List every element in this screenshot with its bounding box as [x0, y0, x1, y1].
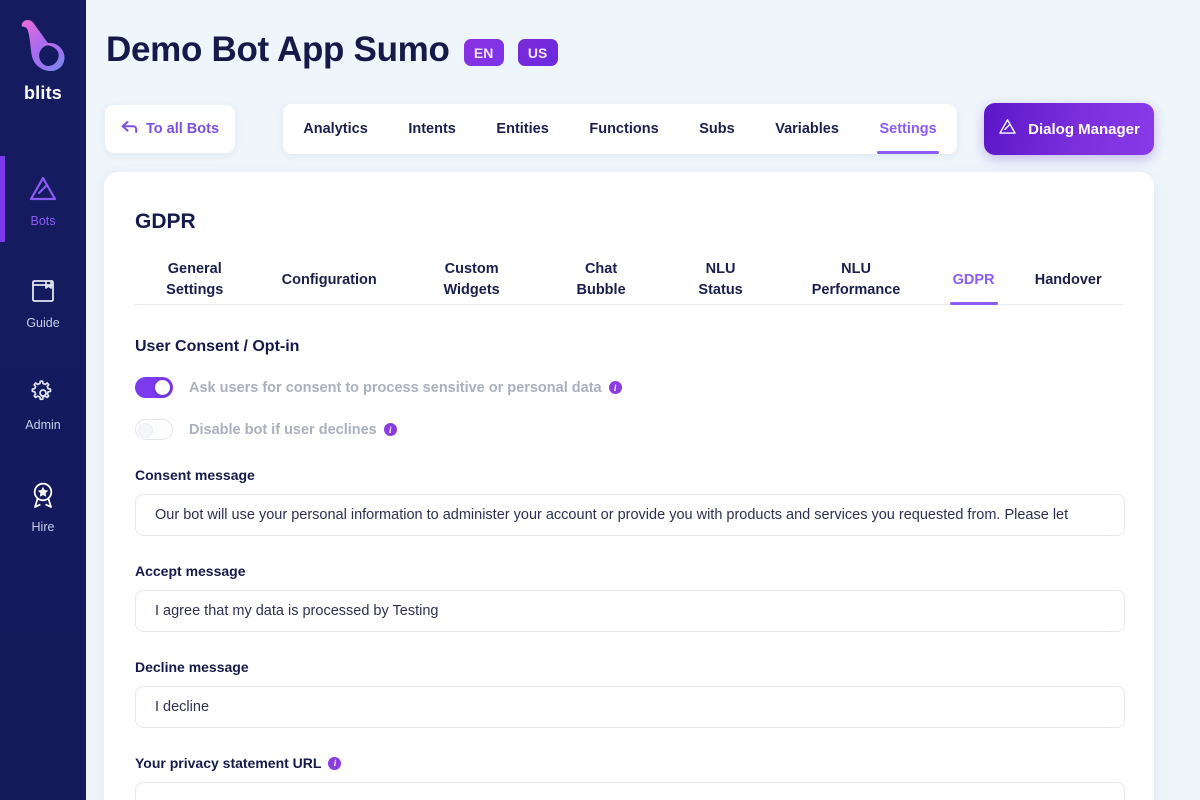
- tab-subs[interactable]: Subs: [679, 104, 755, 154]
- tab-variables[interactable]: Variables: [755, 104, 859, 154]
- language-badge[interactable]: EN: [463, 39, 504, 66]
- subtab-configuration[interactable]: Configuration: [255, 256, 404, 304]
- sidebar-item-admin[interactable]: Admin: [0, 360, 86, 446]
- sidebar-item-label: Admin: [25, 417, 61, 432]
- sidebar-item-label: Bots: [30, 213, 56, 228]
- subtab-gdpr[interactable]: GDPR: [934, 256, 1014, 304]
- tab-functions[interactable]: Functions: [569, 104, 679, 154]
- toggle-label-text: Disable bot if user declines: [189, 421, 377, 438]
- ask-consent-toggle[interactable]: [135, 377, 173, 398]
- sidebar-item-label: Guide: [26, 315, 60, 330]
- dialog-manager-button[interactable]: Dialog Manager: [984, 103, 1154, 155]
- to-all-bots-button[interactable]: To all Bots: [105, 105, 235, 153]
- field-label-text: Consent message: [135, 467, 255, 483]
- disable-bot-label: Disable bot if user declines i: [189, 422, 397, 438]
- info-icon[interactable]: i: [608, 381, 622, 394]
- dialog-manager-label: Dialog Manager: [1028, 120, 1140, 138]
- subtab-line2: Settings: [166, 282, 224, 298]
- tab-entities[interactable]: Entities: [476, 104, 569, 154]
- subtab-line1: GDPR: [952, 271, 995, 288]
- subtab-general-settings[interactable]: General Settings: [135, 256, 255, 304]
- subtab-line2: Status: [698, 282, 743, 298]
- subtab-nlu-performance[interactable]: NLU Performance: [778, 256, 933, 304]
- toggle-knob: [155, 380, 170, 395]
- subtab-handover[interactable]: Handover: [1013, 256, 1123, 304]
- subtab-line1: Custom: [444, 261, 499, 278]
- brand-name: blits: [23, 83, 62, 103]
- subtab-line1: Handover: [1034, 271, 1102, 288]
- consent-toggle-row: Ask users for consent to process sensiti…: [135, 377, 1123, 398]
- gear-admin-icon: [29, 375, 57, 411]
- toggle-knob: [138, 423, 153, 438]
- subtab-line1: General: [167, 261, 222, 278]
- settings-subtabs: General Settings Configuration Custom Wi…: [135, 256, 1123, 305]
- region-badge[interactable]: US: [517, 39, 558, 66]
- accept-message-label: Accept message: [135, 563, 1123, 579]
- tab-intents[interactable]: Intents: [388, 104, 476, 154]
- decline-message-input[interactable]: [135, 686, 1125, 728]
- subtab-nlu-status[interactable]: NLU Status: [663, 256, 779, 304]
- top-tabbar: Analytics Intents Entities Functions Sub…: [283, 104, 957, 154]
- tab-analytics[interactable]: Analytics: [283, 104, 388, 154]
- sidebar-item-guide[interactable]: Guide: [0, 258, 86, 344]
- triangle-bots-icon: [28, 171, 58, 207]
- book-guide-icon: [29, 273, 57, 309]
- section-title: GDPR: [135, 210, 196, 233]
- subtab-line1: NLU: [841, 261, 871, 278]
- subtab-line1: Configuration: [281, 271, 377, 288]
- award-hire-icon: [28, 477, 58, 513]
- info-icon[interactable]: i: [383, 423, 397, 436]
- settings-card: GDPR General Settings Configuration Cust…: [104, 172, 1154, 800]
- subtab-line1: Chat: [584, 261, 618, 278]
- arrow-left-hook-icon: [121, 120, 138, 139]
- brand-logo[interactable]: blits: [12, 14, 74, 104]
- toggle-label-text: Ask users for consent to process sensiti…: [189, 379, 602, 396]
- field-label-text: Your privacy statement URL: [135, 755, 322, 771]
- subtab-custom-widgets[interactable]: Custom Widgets: [404, 256, 539, 304]
- disable-bot-toggle[interactable]: [135, 419, 173, 440]
- field-label-text: Accept message: [135, 563, 246, 579]
- field-label-text: Decline message: [135, 659, 249, 675]
- accept-message-input[interactable]: [135, 590, 1125, 632]
- sidebar: blits Bots Guide Admin Hire: [0, 0, 86, 800]
- gdpr-form: User Consent / Opt-in Ask users for cons…: [104, 338, 1154, 800]
- consent-message-label: Consent message: [135, 467, 1123, 483]
- to-all-bots-label: To all Bots: [145, 121, 220, 137]
- decline-message-label: Decline message: [135, 659, 1123, 675]
- page-header: Demo Bot App Sumo EN US: [106, 30, 558, 70]
- page-title: Demo Bot App Sumo: [106, 30, 450, 69]
- triangle-bots-icon: [998, 118, 1017, 140]
- blits-logo-icon: [21, 19, 65, 71]
- info-icon[interactable]: i: [328, 756, 342, 770]
- sidebar-item-hire[interactable]: Hire: [0, 462, 86, 548]
- privacy-url-input[interactable]: [135, 782, 1125, 800]
- tab-settings[interactable]: Settings: [859, 104, 957, 154]
- privacy-url-label: Your privacy statement URL i: [135, 755, 1123, 771]
- consent-message-input[interactable]: [135, 494, 1125, 536]
- subtab-line2: Widgets: [443, 282, 500, 298]
- disable-bot-toggle-row: Disable bot if user declines i: [135, 419, 1123, 440]
- subtab-line2: Performance: [811, 282, 901, 298]
- ask-consent-label: Ask users for consent to process sensiti…: [189, 380, 622, 396]
- sidebar-item-bots[interactable]: Bots: [0, 156, 86, 242]
- sidebar-item-label: Hire: [31, 519, 55, 534]
- subtab-line1: NLU: [705, 261, 736, 278]
- subtab-chat-bubble[interactable]: Chat Bubble: [539, 256, 663, 304]
- user-consent-heading: User Consent / Opt-in: [135, 338, 300, 355]
- subtab-line2: Bubble: [576, 282, 626, 298]
